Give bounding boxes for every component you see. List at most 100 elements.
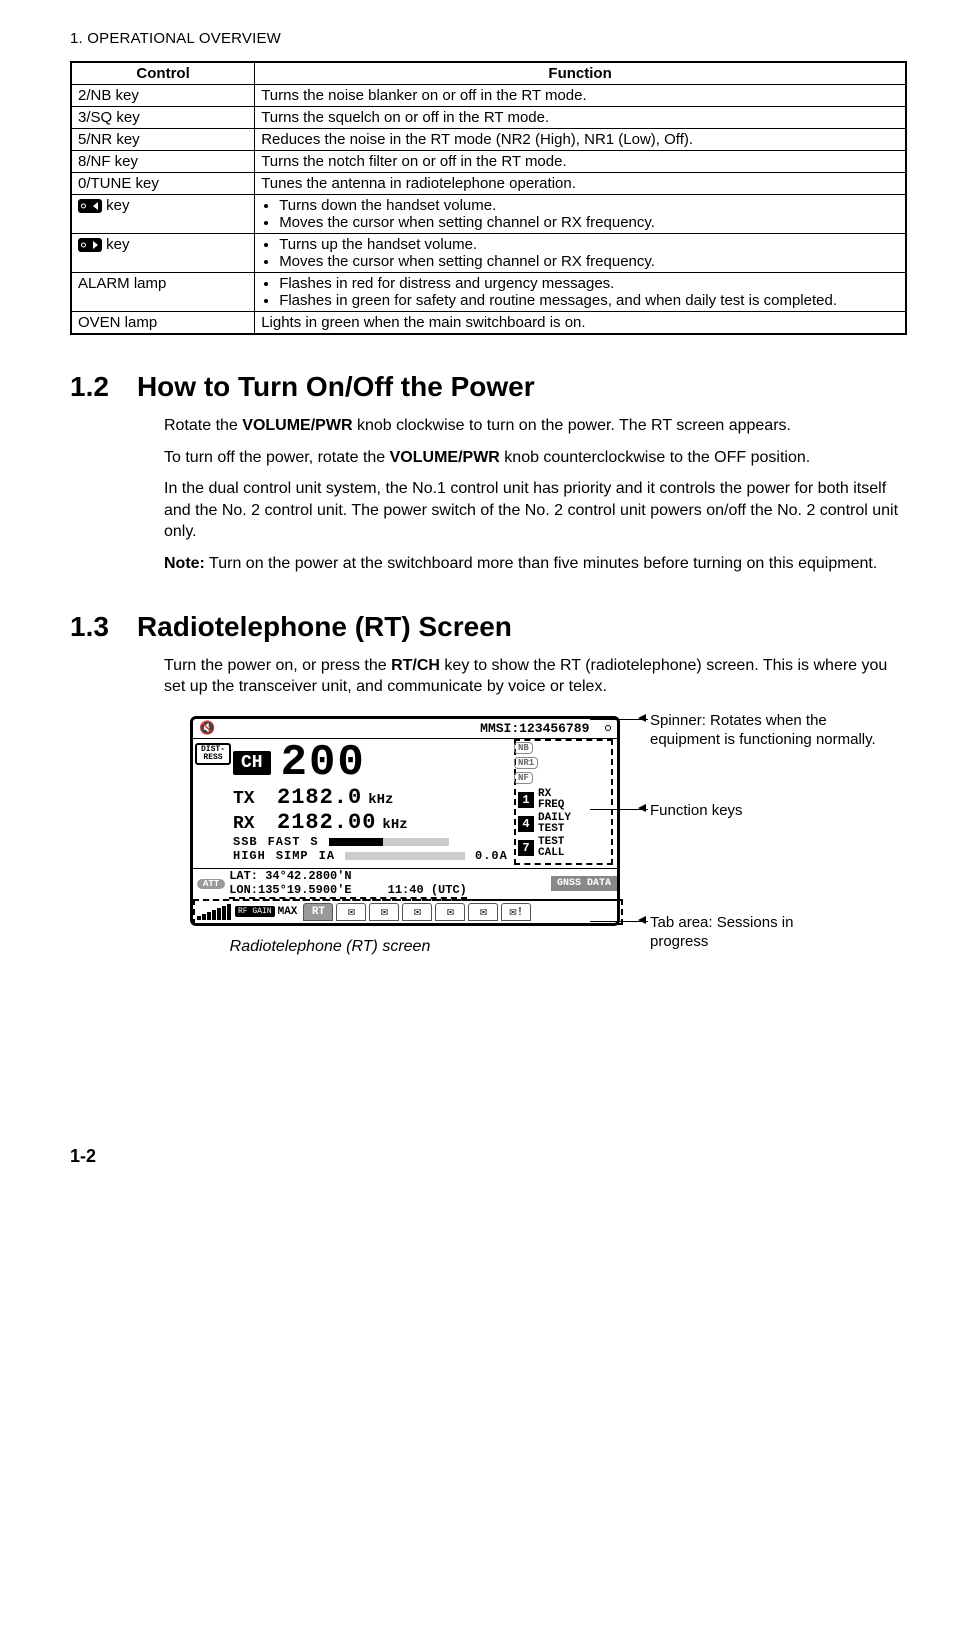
section-number: 1.3 (70, 611, 109, 643)
section-title: How to Turn On/Off the Power (137, 371, 535, 403)
list-item: Moves the cursor when setting channel or… (279, 214, 899, 231)
page-header: 1. OPERATIONAL OVERVIEW (70, 30, 907, 47)
cell-function: Reduces the noise in the RT mode (NR2 (H… (255, 129, 906, 151)
cell-control: 3/SQ key (71, 107, 255, 129)
rx-value: 2182.00 (277, 810, 376, 835)
mode-high: HIGH (233, 849, 266, 863)
cell-function: Turns down the handset volume. Moves the… (255, 195, 906, 234)
max-label: MAX (278, 906, 298, 918)
cell-function: Flashes in red for distress and urgency … (255, 273, 906, 312)
cell-control: 0/TUNE key (71, 173, 255, 195)
list-item: Moves the cursor when setting channel or… (279, 253, 899, 270)
rt-screen-figure: 🔇 MMSI:123456789 DIST-RESS CH 200 TX (190, 716, 910, 956)
section-1-2-heading: 1.2 How to Turn On/Off the Power (70, 371, 907, 403)
text: knob clockwise to turn on the power. The… (353, 417, 791, 434)
fn-label-line2: TEST (538, 823, 564, 835)
rfgain-badge: RF GAIN (235, 906, 275, 917)
page-number: 1-2 (70, 1146, 907, 1167)
cell-function: Lights in green when the main switchboar… (255, 312, 906, 335)
tab-rt: RT (303, 903, 333, 921)
note-body: Turn on the power at the switchboard mor… (205, 555, 877, 572)
lat-value: LAT: 34°42.2800'N (229, 869, 351, 883)
mode-fast: FAST (268, 835, 301, 849)
paragraph: In the dual control unit system, the No.… (164, 478, 907, 543)
callout-text: Function keys (650, 802, 743, 819)
table-row: 0/TUNE key Tunes the antenna in radiotel… (71, 173, 906, 195)
table-row: key Turns up the handset volume. Moves t… (71, 234, 906, 273)
mmsi-label: MMSI: (480, 721, 519, 736)
distress-badge: DIST-RESS (195, 743, 231, 765)
mode-ssb: SSB (233, 835, 258, 849)
list-item: Flashes in red for distress and urgency … (279, 275, 899, 292)
table-row: OVEN lamp Lights in green when the main … (71, 312, 906, 335)
fn-num: 7 (518, 840, 534, 856)
tx-label: TX (233, 789, 277, 809)
cell-control: key (71, 195, 255, 234)
lon-value: LON:135°19.5900'E (229, 883, 351, 897)
s-label: S (310, 835, 318, 849)
fn-num: 1 (518, 792, 534, 808)
cell-control: 2/NB key (71, 85, 255, 107)
section-title: Radiotelephone (RT) Screen (137, 611, 512, 643)
callout-text: Tab area: Sessions in progress (650, 914, 793, 950)
spinner-icon (605, 725, 611, 731)
ch-value: 200 (281, 741, 366, 785)
tx-value: 2182.0 (277, 785, 362, 810)
bold-term: RT/CH (391, 657, 440, 674)
callout-spinner: Spinner: Rotates when the equipment is f… (650, 712, 890, 750)
callout-tab-area: Tab area: Sessions in progress (650, 914, 850, 952)
nb-indicator: NB (514, 742, 533, 754)
ia-meter (345, 852, 465, 860)
fn-num: 4 (518, 816, 534, 832)
bold-term: VOLUME/PWR (242, 417, 352, 434)
tx-unit: kHz (368, 792, 393, 808)
table-row: 8/NF key Turns the notch filter on or of… (71, 151, 906, 173)
list-item: Flashes in green for safety and routine … (279, 292, 899, 309)
function-key-1: 1 RXFREQ (518, 789, 609, 811)
key-label: key (102, 197, 130, 214)
rx-unit: kHz (382, 817, 407, 833)
tab-mail-icon: ✉ (369, 903, 399, 921)
table-row: key Turns down the handset volume. Moves… (71, 195, 906, 234)
ia-label: IA (319, 849, 335, 863)
fn-label-line2: CALL (538, 847, 564, 859)
mode-simp: SIMP (276, 849, 309, 863)
list-item: Turns down the handset volume. (279, 197, 899, 214)
cell-function: Tunes the antenna in radiotelephone oper… (255, 173, 906, 195)
fn-label-line2: FREQ (538, 799, 564, 811)
rt-screen: 🔇 MMSI:123456789 DIST-RESS CH 200 TX (190, 716, 620, 926)
s-meter (329, 838, 449, 846)
text: To turn off the power, rotate the (164, 449, 390, 466)
key-label: key (102, 236, 130, 253)
tab-mail-icon: ✉ (402, 903, 432, 921)
paragraph: Turn the power on, or press the RT/CH ke… (164, 655, 907, 698)
cell-control: 5/NR key (71, 129, 255, 151)
cell-control: OVEN lamp (71, 312, 255, 335)
callout-text: Spinner: Rotates when the equipment is f… (650, 712, 876, 748)
cell-function: Turns the squelch on or off in the RT mo… (255, 107, 906, 129)
cell-control: key (71, 234, 255, 273)
volume-down-key-icon (78, 199, 102, 213)
signal-bars-icon (197, 904, 231, 920)
paragraph: To turn off the power, rotate the VOLUME… (164, 447, 907, 469)
table-row: 3/SQ key Turns the squelch on or off in … (71, 107, 906, 129)
cell-control: ALARM lamp (71, 273, 255, 312)
paragraph: Rotate the VOLUME/PWR knob clockwise to … (164, 415, 907, 437)
section-1-3-heading: 1.3 Radiotelephone (RT) Screen (70, 611, 907, 643)
ia-value: 0.0A (475, 849, 508, 863)
time-value: 11:40 (UTC) (388, 883, 467, 897)
cell-control: 8/NF key (71, 151, 255, 173)
controls-table: Control Function 2/NB key Turns the nois… (70, 61, 907, 335)
tab-mail-icon: ✉ (468, 903, 498, 921)
section-number: 1.2 (70, 371, 109, 403)
nf-indicator: NF (514, 772, 533, 784)
gnss-badge: GNSS DATA (551, 876, 617, 891)
list-item: Turns up the handset volume. (279, 236, 899, 253)
volume-up-key-icon (78, 238, 102, 252)
function-key-7: 7 TESTCALL (518, 837, 609, 859)
tab-alert-mail-icon: ✉! (501, 903, 531, 921)
rx-label: RX (233, 814, 277, 834)
text: Rotate the (164, 417, 242, 434)
table-row: ALARM lamp Flashes in red for distress a… (71, 273, 906, 312)
nr-indicator: NR1 (514, 757, 538, 769)
